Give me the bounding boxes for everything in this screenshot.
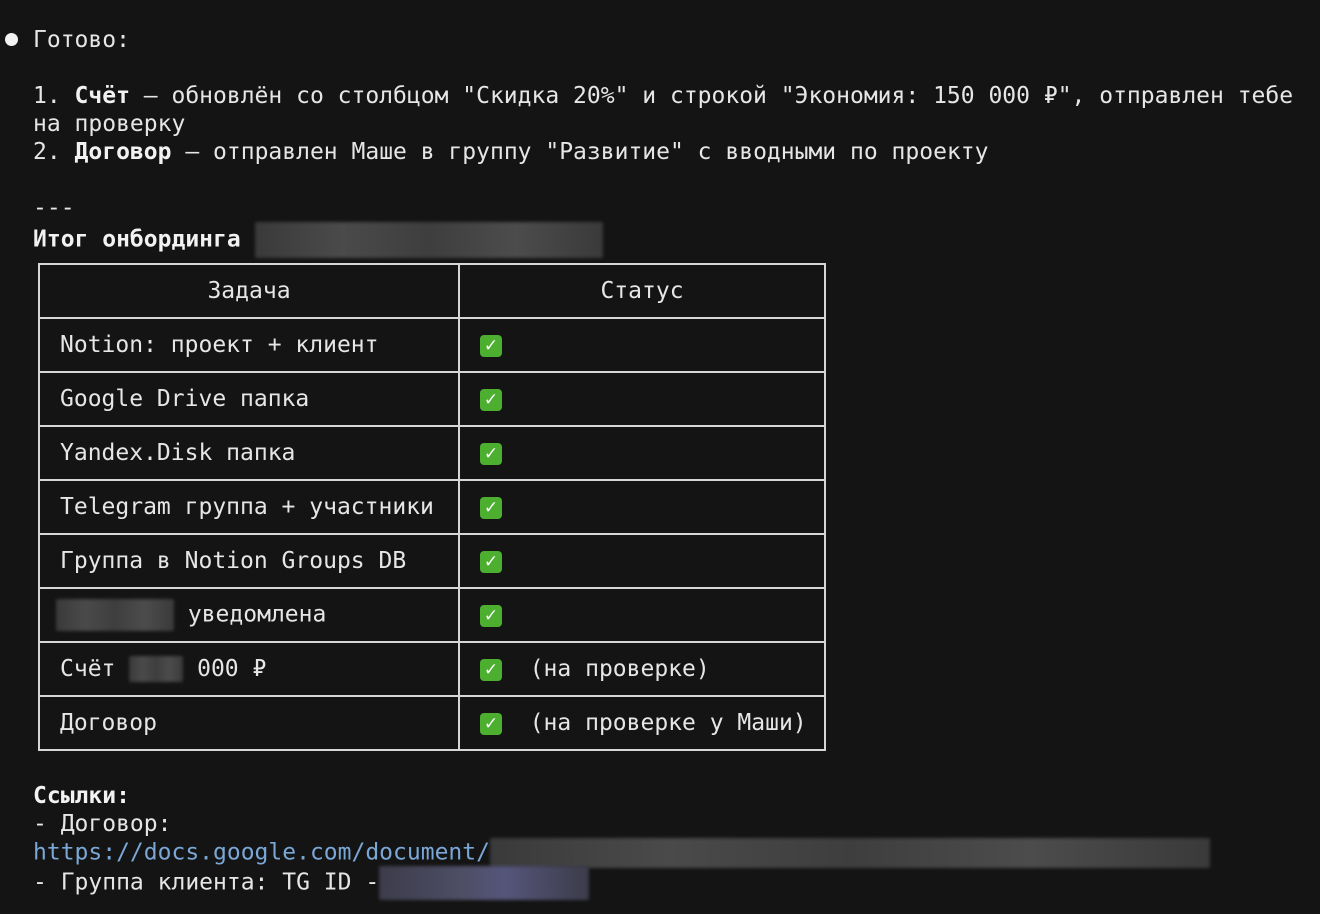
task-cell: Google Drive папка [38, 371, 460, 427]
group-id-label: - Группа клиента: TG ID - [33, 869, 380, 896]
header-status: Статус [458, 263, 826, 319]
status-cell: ✓ (на проверке у Маши) [458, 695, 826, 751]
task-cell: уведомлена [38, 587, 460, 643]
status-cell: ✓ [458, 479, 826, 535]
list-item-contract: 2. Договор — отправлен Маше в группу "Ра… [33, 139, 989, 165]
status-cell: ✓ [458, 317, 826, 373]
header-task: Задача [38, 263, 460, 319]
redacted-block [129, 656, 184, 683]
task-cell: Notion: проект + клиент [38, 317, 460, 373]
check-mark-icon: ✓ [480, 334, 502, 357]
task-cell: Договор [38, 695, 460, 751]
status-cell: ✓ (на проверке) [458, 641, 826, 697]
table-row: Notion: проект + клиент ✓ [38, 317, 826, 373]
status-cell: ✓ [458, 587, 826, 643]
status-bullet-icon [5, 33, 18, 46]
list-item-invoice: 1. Счёт — обновлён со столбцом "Скидка 2… [33, 83, 1294, 109]
redacted-block [489, 838, 1210, 868]
contract-label: Договор [74, 139, 172, 165]
redacted-block [254, 222, 603, 258]
check-mark-icon: ✓ [480, 550, 502, 573]
table-row: Google Drive папка ✓ [38, 371, 826, 427]
table-row: уведомлена ✓ [38, 587, 826, 643]
table-row: Группа в Notion Groups DB ✓ [38, 533, 826, 589]
check-mark-icon: ✓ [480, 658, 502, 681]
onboarding-table: Задача Статус Notion: проект + клиент ✓ … [38, 263, 826, 751]
check-mark-icon: ✓ [480, 712, 502, 735]
status-cell: ✓ [458, 371, 826, 427]
list-item-invoice-cont: на проверку [33, 111, 186, 137]
group-id-row: - Группа клиента: TG ID - [33, 866, 590, 900]
summary-title: Итог онбординга [33, 222, 603, 258]
check-mark-icon: ✓ [480, 604, 502, 627]
contract-link[interactable]: https://docs.google.com/document/ [33, 840, 490, 866]
status-note: (на проверке у Маши) [529, 710, 807, 736]
check-mark-icon: ✓ [480, 442, 502, 465]
table-row: Договор ✓ (на проверке у Маши) [38, 695, 826, 751]
check-mark-icon: ✓ [480, 496, 502, 519]
status-cell: ✓ [458, 533, 826, 589]
status-cell: ✓ [458, 425, 826, 481]
contract-link-label: - Договор: [33, 811, 172, 837]
table-row: Telegram группа + участники ✓ [38, 479, 826, 535]
check-mark-icon: ✓ [480, 388, 502, 411]
task-cell: Telegram группа + участники [38, 479, 460, 535]
table-header-row: Задача Статус [38, 263, 826, 319]
contract-link-row: https://docs.google.com/document/ [33, 838, 1210, 868]
invoice-label: Счёт [74, 83, 130, 109]
separator: --- [33, 195, 75, 221]
task-cell: Группа в Notion Groups DB [38, 533, 460, 589]
table-row: Счёт 000 ₽ ✓ (на проверке) [38, 641, 826, 697]
redacted-block [56, 599, 174, 631]
task-cell: Yandex.Disk папка [38, 425, 460, 481]
status-text: Готово: [33, 27, 130, 53]
status-note: (на проверке) [529, 656, 710, 682]
table-row: Yandex.Disk папка ✓ [38, 425, 826, 481]
task-cell: Счёт 000 ₽ [38, 641, 460, 697]
redacted-block [379, 866, 590, 900]
links-title: Ссылки: [33, 783, 130, 809]
